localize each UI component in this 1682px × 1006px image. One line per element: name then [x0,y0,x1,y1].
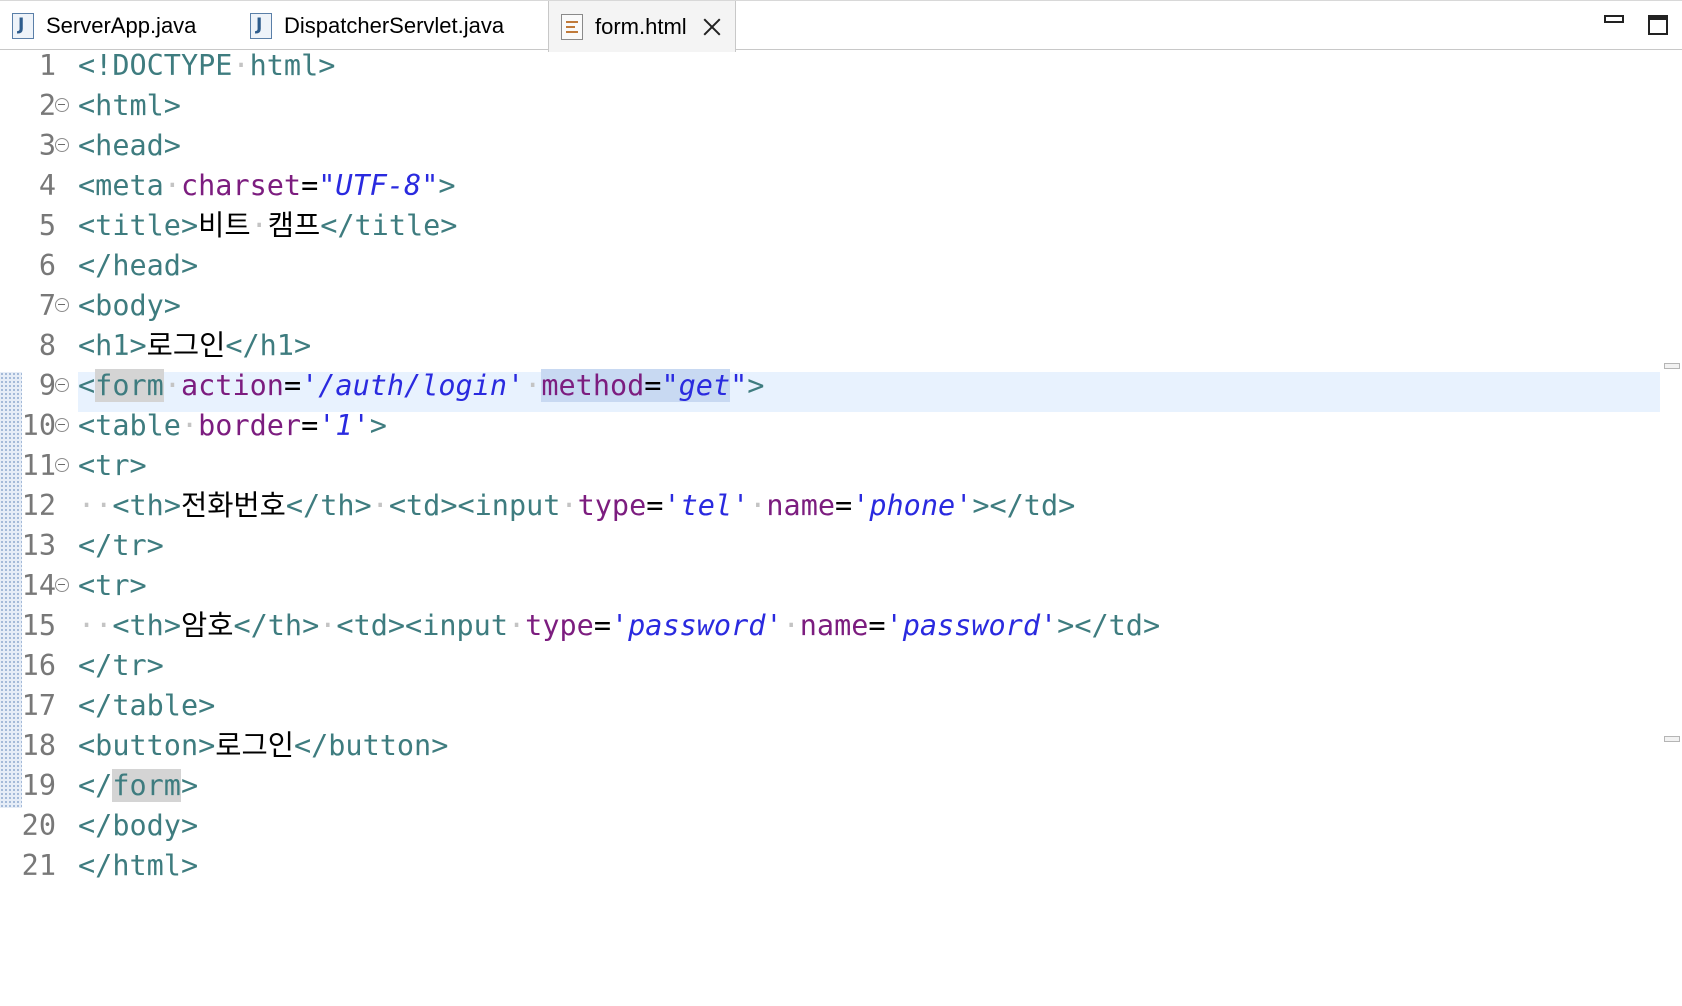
code-line-12: 12 ··<th>전화번호</th>·<td><input·type='tel'… [0,486,1682,526]
code-line-7: 7 <body> [0,286,1682,326]
maximize-icon[interactable] [1648,15,1668,35]
code-line-21: 21 </html> [0,846,1682,886]
minimize-icon[interactable] [1604,15,1624,23]
text-selection: method="get [541,369,731,402]
line-number: 6 [38,249,56,282]
code-line-6: 6 </head> [0,246,1682,286]
line-number: 13 [21,529,56,562]
line-number: 12 [21,489,56,522]
line-number: 3 [38,129,56,162]
tab-form-html[interactable]: form.html [548,1,736,52]
code-line-11: 11 <tr> [0,446,1682,486]
line-number: 9 [38,369,56,402]
line-number: 14 [21,569,56,602]
fold-toggle-icon[interactable] [55,458,69,472]
code-line-15: 15 ··<th>암호</th>·<td><input·type='passwo… [0,606,1682,646]
code-line-14: 14 <tr> [0,566,1682,606]
fold-toggle-icon[interactable] [55,578,69,592]
code-line-4: 4 <meta·charset="UTF-8"> [0,166,1682,206]
line-number: 20 [21,809,56,842]
java-file-icon [12,13,34,39]
line-number: 15 [21,609,56,642]
html-file-icon [561,13,583,40]
line-number: 8 [38,329,56,362]
code-line-16: 16 </tr> [0,646,1682,686]
line-number: 7 [38,289,56,322]
fold-toggle-icon[interactable] [55,98,69,112]
matching-tag-highlight: form [112,769,181,802]
tab-serverapp-java[interactable]: ServerApp.java [0,1,236,51]
line-number: 17 [21,689,56,722]
line-number: 4 [38,169,56,202]
tab-label: form.html [595,13,687,39]
tab-label: ServerApp.java [46,13,197,38]
code-editor[interactable]: 1 <!DOCTYPE·html> 2 <html> 3 <head> 4 <m… [0,49,1682,918]
code-line-13: 13 </tr> [0,526,1682,566]
line-number: 2 [38,89,56,122]
line-number: 10 [21,409,56,442]
fold-toggle-icon[interactable] [55,298,69,312]
doctype-token: <!DOCTYPE [78,49,233,82]
code-line-9: 9 <form·action='/auth/login'·method="get… [0,366,1682,406]
matching-tag-highlight: form [95,369,164,402]
code-line-18: 18 <button>로그인</button> [0,726,1682,766]
code-line-17: 17 </table> [0,686,1682,726]
close-icon[interactable] [701,16,723,38]
line-number: 19 [21,769,56,802]
fold-toggle-icon[interactable] [55,418,69,432]
tab-label: DispatcherServlet.java [284,13,505,38]
fold-toggle-icon[interactable] [55,138,69,152]
line-number: 21 [21,849,56,882]
code-line-19: 19 </form> [0,766,1682,806]
line-number: 18 [21,729,56,762]
editor-tab-bar: ServerApp.java DispatcherServlet.java fo… [0,0,1682,52]
line-number: 11 [21,449,56,482]
code-line-3: 3 <head> [0,126,1682,166]
fold-toggle-icon[interactable] [55,378,69,392]
line-number: 1 [38,49,56,82]
tab-dispatcherservlet-java[interactable]: DispatcherServlet.java [238,1,548,51]
java-file-icon [250,13,272,39]
code-line-1: 1 <!DOCTYPE·html> [0,46,1682,86]
code-line-10: 10 <table·border='1'> [0,406,1682,446]
code-line-5: 5 <title>비트·캠프</title> [0,206,1682,246]
line-number: 16 [21,649,56,682]
code-line-2: 2 <html> [0,86,1682,126]
code-line-20: 20 </body> [0,806,1682,846]
line-number: 5 [38,209,56,242]
code-line-8: 8 <h1>로그인</h1> [0,326,1682,366]
